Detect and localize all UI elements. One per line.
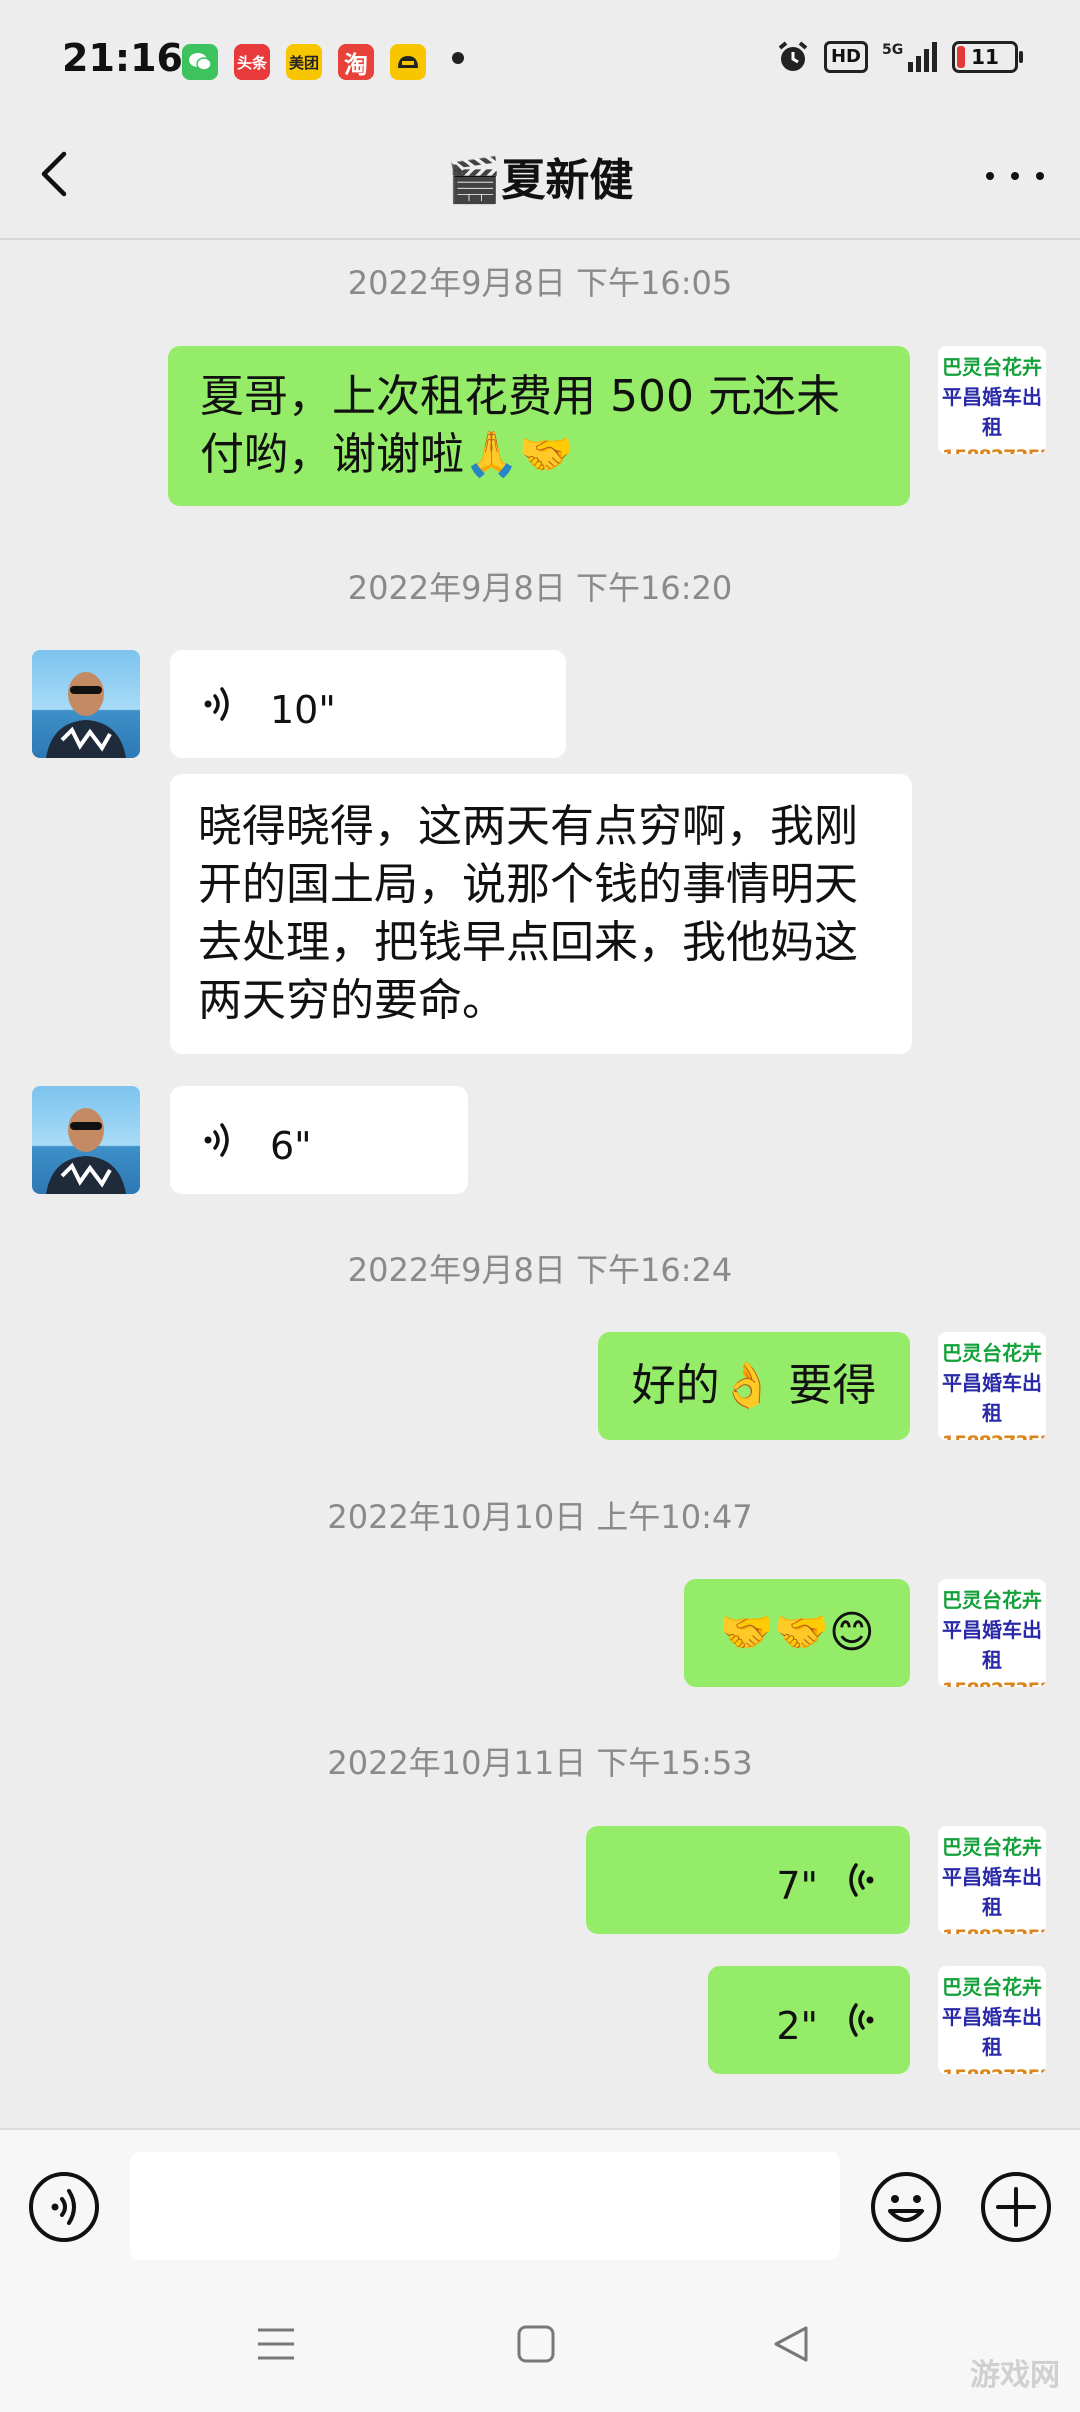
contact-avatar[interactable]	[32, 1086, 140, 1194]
avatar-line2: 平昌婚车出租	[942, 2005, 1042, 2059]
avatar-line1: 巴灵台花卉	[942, 1835, 1042, 1859]
avatar-line3: 15882735224	[942, 2062, 1046, 2074]
outgoing-voice-bubble[interactable]: 7"	[586, 1826, 910, 1934]
battery-level: 11	[971, 45, 999, 69]
taobao-app-icon: 淘	[338, 44, 374, 80]
more-notifications-dot	[452, 52, 464, 64]
message-text: 🤝🤝😊	[719, 1607, 875, 1658]
outgoing-voice-bubble[interactable]: 2"	[708, 1966, 910, 2074]
timestamp: 2022年9月8日 下午16:20	[347, 569, 733, 607]
notification-app-icons: 头条 美团 淘	[182, 44, 426, 80]
toutiao-app-icon: 头条	[234, 44, 270, 80]
avatar-line3: 15882735224	[942, 442, 1046, 454]
timestamp: 2022年10月11日 下午15:53	[327, 1744, 753, 1782]
voice-input-icon[interactable]	[28, 2171, 100, 2243]
avatar-line3: 15882735224	[942, 1922, 1046, 1934]
timestamp: 2022年9月8日 下午16:24	[347, 1251, 733, 1289]
avatar-line2: 平昌婚车出租	[942, 1618, 1042, 1672]
network-type: 5G	[882, 42, 903, 58]
message-text: 夏哥，上次租花费用 500 元还未付哟，谢谢啦🙏🤝	[200, 371, 840, 480]
chat-title: 🎬夏新健	[446, 155, 634, 206]
voice-duration: 10"	[270, 688, 336, 732]
input-bar	[0, 2128, 1080, 2284]
voice-wave-icon	[204, 687, 229, 721]
home-square-icon[interactable]	[516, 2324, 556, 2364]
avatar-line1: 巴灵台花卉	[942, 1341, 1042, 1365]
chat-header: 🎬夏新健	[0, 120, 1080, 240]
avatar-line1: 巴灵台花卉	[942, 1588, 1042, 1612]
avatar-line2: 平昌婚车出租	[942, 385, 1042, 439]
my-avatar[interactable]: 巴灵台花卉 平昌婚车出租 15882735224	[938, 1332, 1046, 1440]
incoming-voice-bubble[interactable]: 10"	[170, 650, 566, 758]
system-status-icons: HD 5G 11	[776, 40, 1023, 74]
message-text: 晓得晓得，这两天有点穷啊，我刚开的国土局，说那个钱的事情明天去处理，把钱早点回来…	[198, 801, 858, 1026]
timestamp: 2022年9月8日 下午16:05	[347, 264, 733, 302]
battery-icon: 11	[952, 41, 1023, 73]
message-text: 好的👌 要得	[631, 1360, 877, 1411]
watermark: 游戏网	[970, 2358, 1060, 2393]
my-avatar[interactable]: 巴灵台花卉 平昌婚车出租 15882735224	[938, 346, 1046, 454]
outgoing-text-bubble[interactable]: 🤝🤝😊	[684, 1579, 910, 1687]
avatar-line1: 巴灵台花卉	[942, 1975, 1042, 1999]
contact-avatar[interactable]	[32, 650, 140, 758]
outgoing-text-bubble[interactable]: 好的👌 要得	[598, 1332, 910, 1440]
my-avatar[interactable]: 巴灵台花卉 平昌婚车出租 15882735224	[938, 1579, 1046, 1687]
timestamp: 2022年10月10日 上午10:47	[327, 1498, 753, 1536]
my-avatar[interactable]: 巴灵台花卉 平昌婚车出租 15882735224	[938, 1826, 1046, 1934]
status-time: 21:16	[62, 36, 183, 80]
wechat-app-icon	[182, 44, 218, 80]
hd-indicator: HD	[823, 41, 868, 73]
outgoing-text-bubble[interactable]: 夏哥，上次租花费用 500 元还未付哟，谢谢啦🙏🤝	[168, 346, 910, 506]
alarm-icon	[778, 41, 808, 71]
incoming-voice-bubble[interactable]: 6"	[170, 1086, 468, 1194]
menu-icon[interactable]	[256, 2324, 296, 2364]
avatar-line2: 平昌婚车出租	[942, 1371, 1042, 1425]
my-avatar[interactable]: 巴灵台花卉 平昌婚车出租 15882735224	[938, 1966, 1046, 2074]
more-dots-icon[interactable]	[980, 146, 1050, 206]
voice-duration: 6"	[270, 1124, 312, 1168]
emoji-icon[interactable]	[870, 2171, 942, 2243]
avatar-line2: 平昌婚车出租	[942, 1865, 1042, 1919]
car-app-icon	[390, 44, 426, 80]
voice-duration: 7"	[776, 1864, 818, 1908]
voice-wave-icon	[204, 1123, 229, 1157]
message-input[interactable]	[130, 2152, 840, 2260]
voice-duration: 2"	[776, 2004, 818, 2048]
avatar-line3: 15882735224	[942, 1675, 1046, 1687]
signal-icon: 5G	[882, 42, 937, 72]
meituan-app-icon: 美团	[286, 44, 322, 80]
voice-wave-icon	[849, 1863, 874, 1897]
incoming-text-bubble[interactable]: 晓得晓得，这两天有点穷啊，我刚开的国土局，说那个钱的事情明天去处理，把钱早点回来…	[170, 774, 912, 1054]
avatar-line1: 巴灵台花卉	[942, 355, 1042, 379]
back-triangle-icon[interactable]	[772, 2324, 812, 2364]
system-navigation-bar	[0, 2282, 1080, 2412]
voice-wave-icon	[849, 2003, 874, 2037]
plus-icon[interactable]	[980, 2171, 1052, 2243]
status-bar: 21:16 头条 美团 淘 HD 5G 11	[0, 0, 1080, 120]
avatar-line3: 15882735224	[942, 1428, 1046, 1440]
